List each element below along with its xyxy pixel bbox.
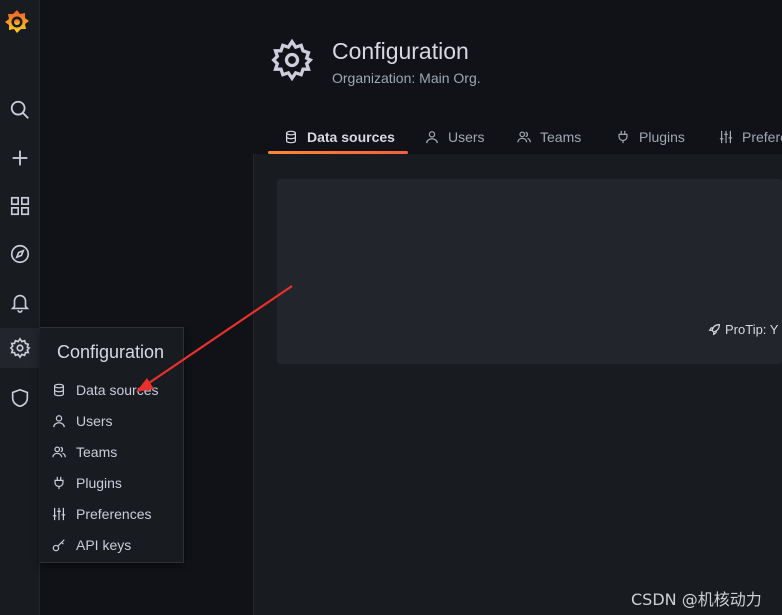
- sliders-icon: [52, 507, 66, 521]
- protip-text: ProTip: Y: [725, 322, 779, 337]
- flyout-item-label: Users: [76, 413, 113, 429]
- user-icon: [53, 415, 65, 428]
- flyout-item-label: Teams: [76, 444, 118, 460]
- bell-icon[interactable]: [0, 282, 39, 322]
- shield-icon[interactable]: [0, 378, 39, 418]
- side-menu: [0, 0, 40, 615]
- flyout-item-data-sources[interactable]: Data sources: [40, 376, 183, 404]
- flyout-item-users[interactable]: Users: [40, 407, 183, 435]
- tab-label: Users: [448, 129, 485, 145]
- rocket-icon: [708, 324, 720, 336]
- database-icon: [286, 130, 296, 144]
- search-icon[interactable]: [0, 90, 39, 130]
- tab-users[interactable]: Users: [425, 120, 485, 154]
- tab-label: Teams: [540, 129, 582, 145]
- page-title: Configuration: [332, 38, 469, 64]
- flyout-item-label: Plugins: [76, 475, 122, 491]
- tab-label: Plugins: [639, 129, 685, 145]
- compass-icon[interactable]: [0, 234, 39, 274]
- users-icon: [52, 446, 66, 458]
- flyout-item-teams[interactable]: Teams: [40, 438, 183, 466]
- flyout-title[interactable]: Configuration: [57, 342, 164, 363]
- configuration-flyout-menu: Configuration Data sources Users Teams P…: [40, 327, 184, 563]
- tab-label: Preferences: [742, 129, 782, 145]
- key-icon: [52, 539, 65, 552]
- flyout-item-preferences[interactable]: Preferences: [40, 500, 183, 528]
- grafana-logo[interactable]: [4, 8, 30, 36]
- user-icon: [426, 131, 438, 144]
- plug-icon: [54, 476, 64, 490]
- flyout-item-plugins[interactable]: Plugins: [40, 469, 183, 497]
- flyout-item-label: Data sources: [76, 382, 159, 398]
- plug-icon: [618, 130, 628, 144]
- flyout-item-api-keys[interactable]: API keys: [40, 531, 183, 559]
- database-icon: [54, 383, 64, 397]
- plus-icon[interactable]: [0, 138, 39, 178]
- empty-list-card: [277, 179, 782, 364]
- sliders-icon: [719, 130, 733, 144]
- tab-preferences[interactable]: Preferences: [719, 120, 782, 154]
- tab-data-sources[interactable]: Data sources: [284, 120, 395, 154]
- users-icon: [517, 131, 531, 143]
- dashboards-icon[interactable]: [0, 186, 39, 226]
- page-tabs: Data sources Users Teams Plugins Prefere…: [268, 120, 782, 154]
- tab-teams[interactable]: Teams: [517, 120, 581, 154]
- gear-icon[interactable]: [0, 328, 39, 368]
- tab-plugins[interactable]: Plugins: [616, 120, 685, 154]
- watermark: CSDN @机核动力: [631, 590, 762, 609]
- gear-icon: [270, 38, 314, 82]
- flyout-item-label: API keys: [76, 537, 132, 553]
- tab-label: Data sources: [307, 129, 395, 145]
- page-subtitle: Organization: Main Org.: [332, 70, 481, 86]
- protip: ProTip: Y: [708, 322, 782, 337]
- flyout-item-label: Preferences: [76, 506, 152, 522]
